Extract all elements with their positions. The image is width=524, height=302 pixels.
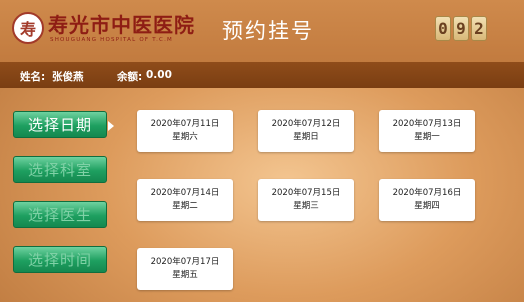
counter-digit: 9 — [453, 16, 469, 41]
date-card[interactable]: 2020年07月11日 星期六 — [137, 110, 233, 152]
counter-digit: 0 — [435, 16, 451, 41]
date-card[interactable]: 2020年07月15日 星期三 — [258, 179, 354, 221]
weekday-text: 星期三 — [293, 201, 319, 211]
hospital-logo-icon: 寿 — [12, 12, 44, 44]
date-card[interactable]: 2020年07月17日 星期五 — [137, 248, 233, 290]
date-text: 2020年07月17日 — [150, 257, 220, 267]
page-title: 预约挂号 — [222, 19, 314, 43]
hospital-name: 寿光市中医医院 — [48, 13, 195, 37]
date-card[interactable]: 2020年07月14日 星期二 — [137, 179, 233, 221]
balance-label: 余额: — [117, 71, 143, 83]
hospital-name-en: SHOUGUANG HOSPITAL OF T.C.M — [50, 37, 173, 43]
date-card[interactable]: 2020年07月16日 星期四 — [379, 179, 475, 221]
date-text: 2020年07月15日 — [271, 188, 341, 198]
nav-select-doctor-button[interactable]: 选择医生 — [13, 201, 107, 228]
name-label: 姓名: — [20, 71, 46, 83]
weekday-text: 星期六 — [172, 132, 198, 142]
patient-info-bar: 姓名: 张俊燕 余额: 0.00 — [0, 62, 524, 88]
weekday-text: 星期五 — [172, 270, 198, 280]
counter-digit: 2 — [471, 16, 487, 41]
nav-select-time-button[interactable]: 选择时间 — [13, 246, 107, 273]
weekday-text: 星期四 — [414, 201, 440, 211]
header: 寿 寿光市中医医院 SHOUGUANG HOSPITAL OF T.C.M 预约… — [0, 0, 524, 62]
countdown-counter: 0 9 2 — [435, 16, 487, 41]
active-arrow-icon — [108, 121, 114, 131]
name-value: 张俊燕 — [52, 71, 84, 83]
date-text: 2020年07月14日 — [150, 188, 220, 198]
date-card[interactable]: 2020年07月13日 星期一 — [379, 110, 475, 152]
date-text: 2020年07月13日 — [392, 119, 462, 129]
date-text: 2020年07月11日 — [150, 119, 220, 129]
weekday-text: 星期日 — [293, 132, 319, 142]
weekday-text: 星期一 — [414, 132, 440, 142]
date-text: 2020年07月12日 — [271, 119, 341, 129]
date-text: 2020年07月16日 — [392, 188, 462, 198]
weekday-text: 星期二 — [172, 201, 198, 211]
balance-value: 0.00 — [146, 69, 172, 81]
nav-select-date-button[interactable]: 选择日期 — [13, 111, 107, 138]
nav-select-department-button[interactable]: 选择科室 — [13, 156, 107, 183]
date-card[interactable]: 2020年07月12日 星期日 — [258, 110, 354, 152]
